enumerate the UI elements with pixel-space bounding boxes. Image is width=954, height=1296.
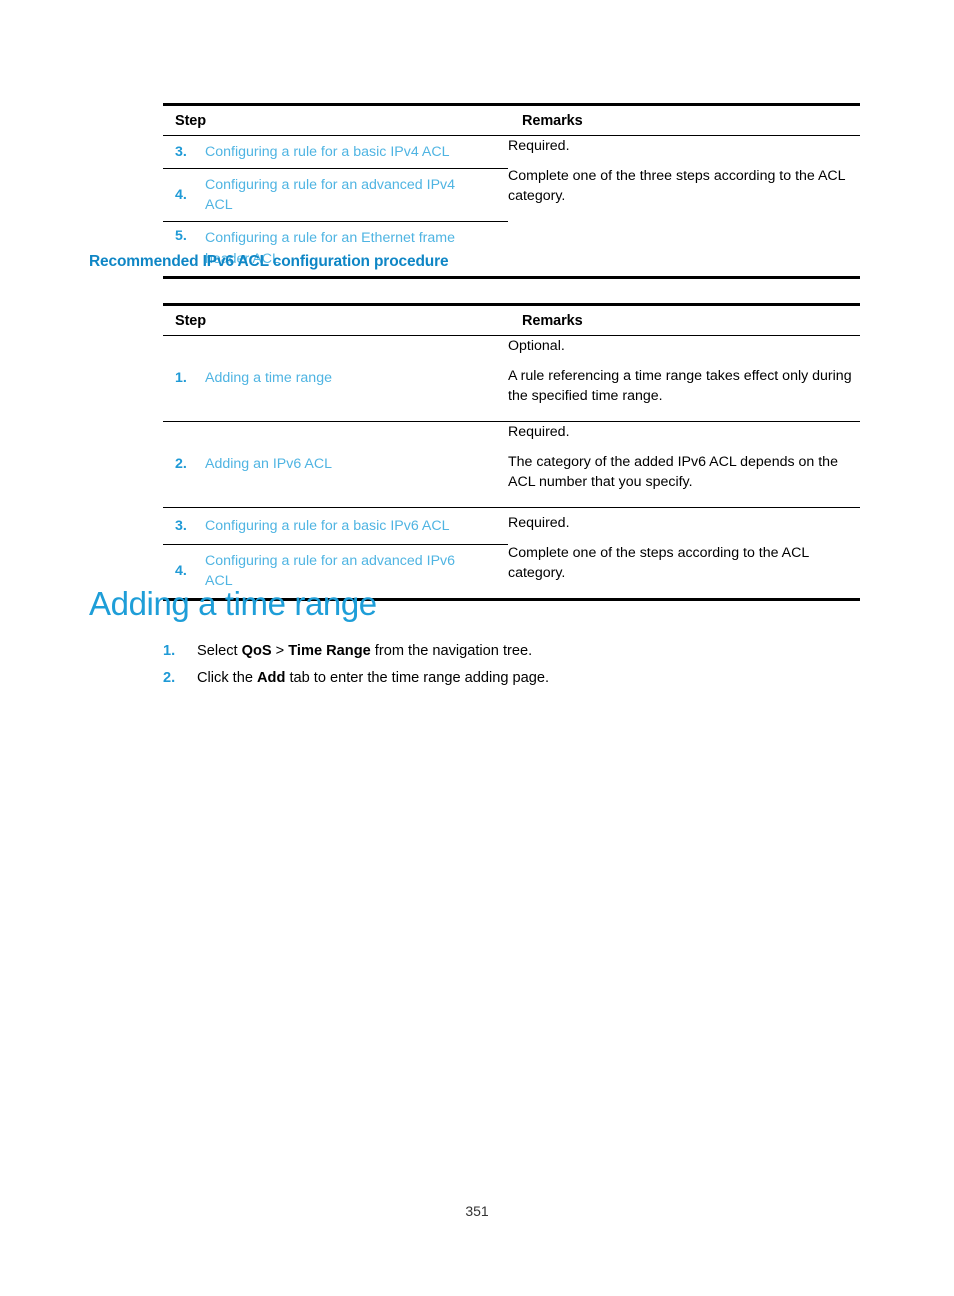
list-item: 2. Click the Add tab to enter the time r… (163, 668, 863, 690)
ipv6-procedure-table: Step Remarks 1. Adding a time range Opti… (163, 303, 860, 602)
step-link[interactable]: Adding an IPv6 ACL (205, 454, 332, 474)
remarks-line: Optional. (508, 338, 565, 354)
remarks-cell-merged: Required. Complete one of the three step… (508, 136, 860, 278)
step-number: 4. (175, 563, 187, 580)
instruction-step-list: 1. Select QoS > Time Range from the navi… (163, 641, 863, 695)
remarks-cell: Optional. A rule referencing a time rang… (508, 335, 860, 422)
remarks-line: A rule referencing a time range takes ef… (508, 367, 852, 405)
section-subheading: Recommended IPv6 ACL configuration proce… (89, 253, 449, 270)
remarks-line: Complete one of the three steps accordin… (508, 167, 846, 205)
step-cell: 3. Configuring a rule for a basic IPv4 A… (163, 136, 508, 170)
step-link[interactable]: Configuring a rule for a basic IPv6 ACL (205, 516, 449, 536)
table-row: 1. Adding a time range Optional. A rule … (163, 335, 860, 422)
step-cell: 2. Adding an IPv6 ACL (163, 421, 508, 508)
list-item-number: 2. (163, 669, 176, 686)
remarks-cell: Required. The category of the added IPv6… (508, 421, 860, 508)
step-number: 4. (175, 187, 187, 204)
step-cell: 4. Configuring a rule for an advanced IP… (163, 169, 508, 223)
step-number: 1. (175, 370, 187, 386)
table-row: 3. Configuring a rule for a basic IPv4 A… (163, 136, 860, 204)
step-number: 5. (175, 228, 187, 245)
column-header-step: Step (163, 104, 508, 136)
remarks-line: Required. (508, 138, 570, 154)
step-link[interactable]: Adding a time range (205, 368, 332, 388)
step-cell: 3. Configuring a rule for a basic IPv6 A… (163, 508, 508, 546)
list-item-text: Click the Add tab to enter the time rang… (197, 669, 550, 686)
table-row: 2. Adding an IPv6 ACL Required. The cate… (163, 421, 860, 508)
step-cell: 1. Adding a time range (163, 335, 508, 422)
column-header-remarks: Remarks (508, 104, 860, 136)
step-number: 2. (175, 456, 187, 472)
remarks-line: Required. (508, 424, 570, 440)
step-link[interactable]: Configuring a rule for a basic IPv4 ACL (205, 142, 449, 162)
table-header-row: Step Remarks (163, 304, 860, 336)
step-number: 3. (175, 518, 187, 534)
column-header-step: Step (163, 304, 508, 336)
step-link[interactable]: Configuring a rule for an advanced IPv4 … (205, 175, 485, 215)
remarks-cell-merged: Required. Complete one of the steps acco… (508, 508, 860, 600)
list-item-text: Select QoS > Time Range from the navigat… (197, 643, 533, 659)
remarks-line: The category of the added IPv6 ACL depen… (508, 453, 838, 491)
page-number: 351 (465, 1203, 489, 1219)
list-item-number: 1. (163, 643, 176, 659)
table-header-row: Step Remarks (163, 104, 860, 136)
remarks-line: Complete one of the steps according to t… (508, 544, 809, 582)
page-title: Adding a time range (89, 585, 377, 622)
document-page: Step Remarks 3. Configuring a rule for a… (0, 0, 954, 1296)
step-number: 3. (175, 144, 187, 161)
list-item: 1. Select QoS > Time Range from the navi… (163, 641, 863, 663)
remarks-line: Required. (508, 515, 570, 531)
column-header-remarks: Remarks (508, 304, 860, 336)
table-row: 3. Configuring a rule for a basic IPv6 A… (163, 508, 860, 581)
